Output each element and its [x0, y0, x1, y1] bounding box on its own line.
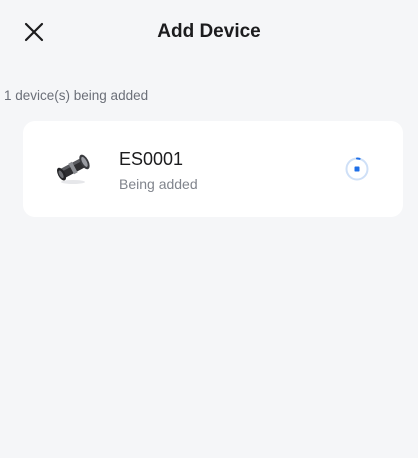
smart-lock-icon [57, 154, 90, 184]
device-card[interactable]: ES0001 Being added [23, 121, 403, 217]
device-name: ES0001 [119, 149, 184, 169]
adding-progress-indicator[interactable] [344, 156, 370, 182]
adding-status-text: 1 device(s) being added [4, 88, 149, 103]
add-device-screen: Add Device 1 device(s) being added ES000… [0, 0, 418, 458]
device-status: Being added [119, 176, 198, 192]
header: Add Device [0, 0, 418, 64]
progress-stop-icon [345, 157, 369, 181]
device-image [51, 146, 95, 190]
page-title: Add Device [157, 21, 261, 42]
